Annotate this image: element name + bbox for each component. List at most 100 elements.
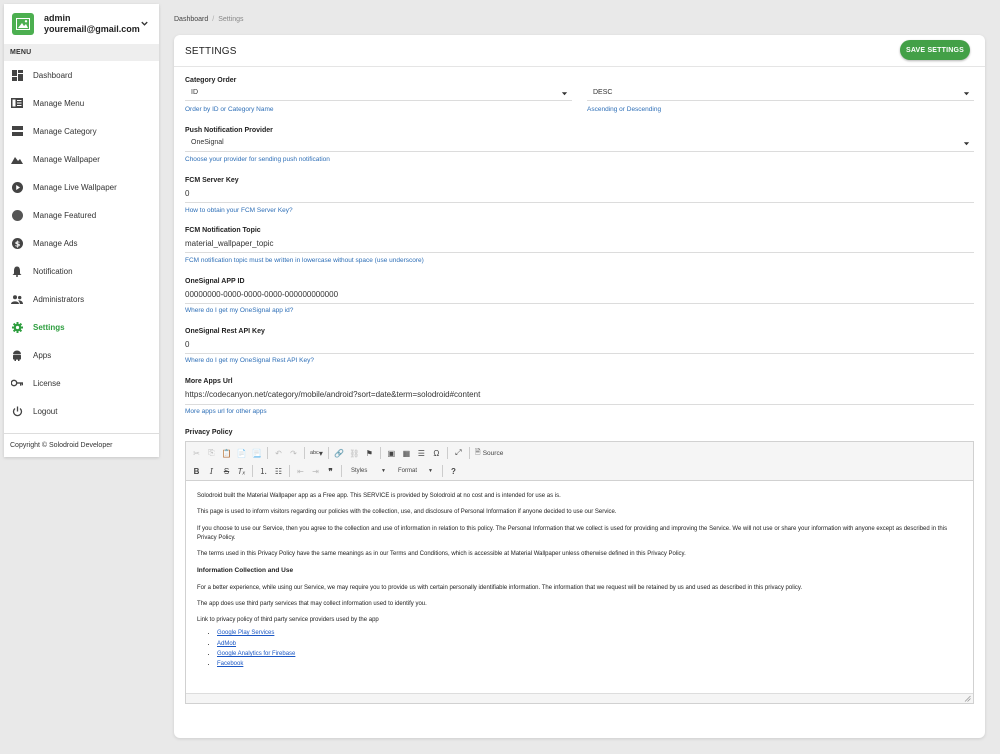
sidebar-item-dashboard[interactable]: Dashboard <box>4 61 159 89</box>
editor-paragraph: The app does use third party services th… <box>197 600 427 607</box>
fcm-key-hint[interactable]: How to obtain your FCM Server Key? <box>185 207 293 214</box>
sidebar-item-label: Manage Ads <box>33 238 78 248</box>
source-button[interactable]: 🗎 Source <box>474 446 504 460</box>
menu-header: MENU <box>4 44 159 61</box>
special-char-icon[interactable]: Ω <box>430 446 443 460</box>
onesignal-app-id-label: OneSignal APP ID <box>185 278 245 285</box>
cut-icon[interactable]: ✂ <box>190 446 203 460</box>
format-dropdown[interactable]: Format ▼ <box>393 465 438 478</box>
styles-dropdown[interactable]: Styles ▼ <box>346 465 391 478</box>
outdent-icon[interactable]: ⇤ <box>294 464 307 478</box>
editor-paragraph: Solodroid built the Material Wallpaper a… <box>197 493 561 499</box>
sidebar-item-manage-featured[interactable]: Manage Featured <box>4 201 159 229</box>
more-apps-label: More Apps Url <box>185 378 233 385</box>
editor-content[interactable]: Solodroid built the Material Wallpaper a… <box>186 482 973 693</box>
push-provider-hint: Choose your provider for sending push no… <box>185 156 330 163</box>
key-icon <box>11 377 23 389</box>
help-icon[interactable]: ? <box>447 464 460 478</box>
category-order-label: Category Order <box>185 77 237 84</box>
sidebar-item-manage-category[interactable]: Manage Category <box>4 117 159 145</box>
link-icon[interactable]: 🔗 <box>333 446 346 460</box>
power-icon <box>11 405 23 417</box>
toolbar-separator <box>327 447 329 459</box>
onesignal-app-id-input[interactable]: 00000000-0000-0000-0000-000000000000 <box>185 290 338 299</box>
breadcrumb-home[interactable]: Dashboard <box>174 16 208 23</box>
chevron-down-icon <box>561 92 568 96</box>
styles-label: Styles <box>351 468 368 474</box>
unlink-icon[interactable]: ⛓ <box>348 446 361 460</box>
user-panel[interactable]: admin youremail@gmail.com <box>4 4 159 44</box>
blockquote-icon[interactable]: ❞ <box>324 464 337 478</box>
paste-word-icon[interactable]: 📃 <box>250 446 263 460</box>
toolbar-separator <box>252 465 253 477</box>
caret-down-icon: ▼ <box>428 468 433 474</box>
sidebar-item-settings[interactable]: Settings <box>4 313 159 341</box>
more-apps-input[interactable]: https://codecanyon.net/category/mobile/a… <box>185 390 480 399</box>
maximize-icon[interactable]: ⤢ <box>452 446 465 460</box>
onesignal-app-id-hint[interactable]: Where do I get my OneSignal app id? <box>185 307 293 314</box>
people-icon <box>11 293 23 305</box>
onesignal-rest-key-input[interactable]: 0 <box>185 340 189 349</box>
bold-icon[interactable]: B <box>190 464 203 478</box>
paste-text-icon[interactable]: 📄 <box>235 446 248 460</box>
list-item: AdMob <box>217 639 962 649</box>
strikethrough-icon[interactable]: S <box>220 464 233 478</box>
fcm-key-input[interactable]: 0 <box>185 189 189 198</box>
bulleted-list-icon[interactable]: ☷ <box>272 464 285 478</box>
play-icon <box>11 181 23 193</box>
sidebar-nav: Dashboard Manage Menu Manage Category Ma… <box>4 61 159 425</box>
sidebar-item-manage-menu[interactable]: Manage Menu <box>4 89 159 117</box>
paste-icon[interactable]: 📋 <box>220 446 233 460</box>
remove-format-icon[interactable]: Tₓ <box>235 464 248 478</box>
onesignal-rest-key-hint[interactable]: Where do I get my OneSignal Rest API Key… <box>185 357 314 364</box>
fcm-key-label: FCM Server Key <box>185 177 239 184</box>
toolbar-separator <box>289 465 290 477</box>
source-label: Source <box>482 449 504 457</box>
editor-paragraph: Link to privacy policy of third party se… <box>197 617 379 624</box>
category-order-select[interactable]: ID <box>185 86 572 101</box>
android-icon <box>11 349 23 361</box>
spellcheck-icon[interactable]: ᵃᵇᶜ▾ <box>309 446 324 460</box>
indent-icon[interactable]: ⇥ <box>309 464 322 478</box>
source-file-icon: 🗎 <box>474 448 481 456</box>
sidebar-item-administrators[interactable]: Administrators <box>4 285 159 313</box>
table-icon[interactable]: ▦ <box>400 446 413 460</box>
copy-icon[interactable]: ⎘ <box>205 446 218 460</box>
sidebar-item-label: Manage Menu <box>33 98 85 108</box>
undo-icon[interactable]: ↶ <box>272 446 285 460</box>
sidebar-item-apps[interactable]: Apps <box>4 341 159 369</box>
toolbar-separator <box>442 465 443 477</box>
save-settings-button[interactable]: SAVE SETTINGS <box>900 40 970 60</box>
order-direction-select[interactable]: DESC <box>587 86 974 101</box>
dashboard-icon <box>11 69 23 81</box>
fcm-topic-underline <box>185 252 974 253</box>
toolbar-separator <box>304 447 305 459</box>
push-provider-select[interactable]: OneSignal <box>185 136 974 152</box>
sidebar-item-logout[interactable]: Logout <box>4 397 159 425</box>
redo-icon[interactable]: ↷ <box>287 446 300 460</box>
fcm-topic-input[interactable]: material_wallpaper_topic <box>185 239 274 248</box>
third-party-links: Google Play Services AdMob Google Analyt… <box>197 628 962 669</box>
link-google-play-services[interactable]: Google Play Services <box>217 630 274 636</box>
sidebar-item-license[interactable]: License <box>4 369 159 397</box>
anchor-flag-icon[interactable]: ⚑ <box>363 446 376 460</box>
sidebar-item-notification[interactable]: Notification <box>4 257 159 285</box>
link-google-analytics[interactable]: Google Analytics for Firebase <box>217 651 295 657</box>
toolbar-row-2: B I S Tₓ ⒈ ☷ ⇤ ⇥ ❞ Styles ▼ Format ▼ ? <box>190 463 460 479</box>
link-facebook[interactable]: Facebook <box>217 661 243 667</box>
sidebar-item-manage-live-wallpaper[interactable]: Manage Live Wallpaper <box>4 173 159 201</box>
bell-icon <box>11 265 23 277</box>
horizontal-line-icon[interactable]: ☰ <box>415 446 428 460</box>
link-admob[interactable]: AdMob <box>217 641 236 647</box>
italic-icon[interactable]: I <box>205 464 218 478</box>
resize-grip-icon[interactable] <box>964 695 971 702</box>
sidebar-item-manage-ads[interactable]: $ Manage Ads <box>4 229 159 257</box>
chevron-down-icon[interactable] <box>140 19 149 28</box>
wallpaper-icon <box>11 153 23 165</box>
sidebar-item-manage-wallpaper[interactable]: Manage Wallpaper <box>4 145 159 173</box>
fcm-key-underline <box>185 202 974 203</box>
numbered-list-icon[interactable]: ⒈ <box>257 464 270 478</box>
featured-icon <box>11 209 23 221</box>
image-icon[interactable]: ▣ <box>385 446 398 460</box>
list-item: Facebook <box>217 659 962 669</box>
